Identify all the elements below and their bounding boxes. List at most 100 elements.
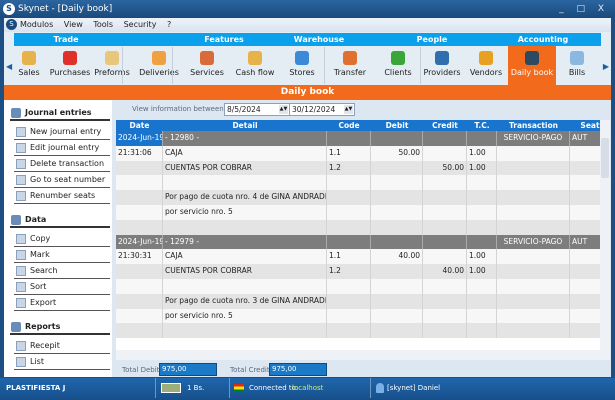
spinner-icon[interactable]: ▲▼	[279, 105, 288, 114]
sidebar-item-new-journal-entry[interactable]: New journal entry	[14, 124, 110, 140]
company-name: PLASTIFIESTA J	[6, 384, 66, 392]
ribbon-button-deliveries[interactable]: Deliveries	[134, 46, 184, 85]
ribbon-button-providers[interactable]: Providers	[419, 46, 465, 85]
column-header-date[interactable]: Date	[116, 120, 163, 131]
table-row[interactable]: Por pago de cuota nro. 4 de GINA ANDRADE…	[116, 190, 600, 205]
ribbon-button-label: Clients	[384, 68, 412, 77]
table-row[interactable]	[116, 219, 600, 235]
cell-seat: AUT	[570, 131, 600, 146]
ribbon-button-label: Purchases	[49, 68, 91, 77]
sidebar-item-label: Mark	[30, 250, 50, 259]
user-blue-icon	[435, 51, 449, 65]
cell-detail: por servicio nro. 5	[163, 308, 327, 324]
ribbon-button-sales[interactable]: Sales	[10, 46, 48, 85]
cell-credit	[423, 249, 467, 265]
user-green-icon	[391, 51, 405, 65]
sort-icon	[16, 282, 26, 292]
vertical-scrollbar[interactable]	[600, 120, 610, 350]
spinner-icon[interactable]: ▲▼	[344, 105, 353, 114]
ribbon-button-stores[interactable]: Stores	[280, 46, 324, 85]
cell-transaction	[497, 145, 570, 161]
cell-seat	[570, 294, 600, 309]
ribbon-button-vendors[interactable]: Vendors	[465, 46, 507, 85]
total-debit-label: Total Debit:	[122, 366, 162, 374]
category-trade[interactable]: Trade	[53, 33, 78, 46]
category-people[interactable]: People	[417, 33, 448, 46]
ribbon-button-purchases[interactable]: Purchases	[49, 46, 91, 85]
section-title: Reports	[25, 322, 61, 331]
menu-modulos[interactable]: Modulos	[20, 20, 53, 29]
horizontal-scrollbar[interactable]	[116, 350, 610, 360]
ribbon-button-bills[interactable]: Bills	[557, 46, 597, 85]
date-from-input[interactable]: 8/5/2024 ▲▼	[224, 103, 290, 116]
window-controls[interactable]: _ □ X	[559, 0, 609, 18]
sidebar-item-label: Export	[30, 298, 57, 307]
menu-tools[interactable]: Tools	[93, 20, 113, 29]
scroll-right-icon[interactable]: ▶	[603, 62, 609, 71]
sidebar-item-go-to-seat-number[interactable]: Go to seat number	[14, 172, 110, 188]
ribbon-button-label: Services	[190, 68, 224, 77]
cell-seat	[570, 146, 600, 161]
cell-transaction	[497, 264, 570, 279]
ribbon-button-transfer[interactable]: Transfer	[325, 46, 375, 85]
column-header-seat[interactable]: Seat	[570, 120, 600, 131]
table-row[interactable]: Por pago de cuota nro. 3 de GINA ANDRADE…	[116, 293, 600, 309]
table-row[interactable]	[116, 323, 600, 339]
column-header-credit[interactable]: Credit	[423, 120, 467, 131]
go-to-seat-number-icon	[16, 175, 26, 185]
table-row[interactable]: por servicio nro. 5	[116, 205, 600, 220]
table-row[interactable]: 21:31:06 CAJA 1.1 50.00 1.00	[116, 145, 600, 161]
sidebar-item-list[interactable]: List	[14, 354, 110, 370]
ribbon-button-cash-flow[interactable]: Cash flow	[230, 46, 280, 85]
cell-debit	[371, 234, 423, 250]
ribbon-button-daily-book[interactable]: Daily book	[508, 46, 556, 85]
sidebar-item-mark[interactable]: Mark	[14, 247, 110, 263]
table-row[interactable]	[116, 279, 600, 294]
category-features[interactable]: Features	[204, 33, 244, 46]
cell-date	[116, 160, 163, 176]
column-header-detail[interactable]: Detail	[163, 120, 327, 131]
sidebar-item-sort[interactable]: Sort	[14, 279, 110, 295]
column-header-transaction[interactable]: Transaction	[497, 120, 570, 131]
page-header: Daily book	[4, 85, 611, 100]
table-row[interactable]: CUENTAS POR COBRAR 1.2 40.00 1.00	[116, 264, 600, 279]
table-row[interactable]: 2024-Jun-19 - 12979 - SERVICIO-PAGO AUT	[116, 234, 600, 250]
table-row[interactable]: 2024-Jun-19 - 12980 - SERVICIO-PAGO AUT	[116, 131, 600, 146]
scroll-thumb[interactable]	[601, 138, 609, 178]
divider	[229, 378, 230, 398]
sidebar-item-delete-transaction[interactable]: Delete transaction	[14, 156, 110, 172]
table-row[interactable]: 21:30:31 CAJA 1.1 40.00 1.00	[116, 249, 600, 265]
menu-view[interactable]: View	[64, 20, 83, 29]
cell-debit	[371, 323, 423, 339]
ribbon-button-clients[interactable]: Clients	[377, 46, 419, 85]
cell-date	[116, 308, 163, 324]
ribbon-button-label: Cash flow	[235, 68, 275, 77]
sidebar-item-copy[interactable]: Copy	[14, 231, 110, 247]
cell-date: 21:30:31	[116, 249, 163, 265]
ribbon-button-preforms[interactable]: Preforms	[92, 46, 132, 85]
cell-detail	[163, 175, 327, 191]
column-header-t-c[interactable]: T.C.	[467, 120, 497, 131]
cell-credit: 50.00	[423, 160, 467, 176]
sidebar-item-recepit[interactable]: Recepit	[14, 338, 110, 354]
sidebar-item-export[interactable]: Export	[14, 295, 110, 311]
cell-detail: CAJA	[163, 249, 327, 265]
menu-security[interactable]: Security	[124, 20, 157, 29]
column-header-debit[interactable]: Debit	[371, 120, 423, 131]
cell-code	[327, 323, 371, 339]
table-row[interactable]: CUENTAS POR COBRAR 1.2 50.00 1.00	[116, 160, 600, 176]
menu-help[interactable]: ?	[167, 20, 171, 29]
sidebar-item-search[interactable]: Search	[14, 263, 110, 279]
column-header-code[interactable]: Code	[327, 120, 371, 131]
date-to-input[interactable]: 30/12/2024 ▲▼	[289, 103, 355, 116]
ribbon: Trade Features Warehouse People Accounti…	[4, 32, 611, 85]
cell-code: 1.1	[327, 145, 371, 161]
category-warehouse[interactable]: Warehouse	[294, 33, 344, 46]
sidebar-item-label: Search	[30, 266, 58, 275]
table-row[interactable]: por servicio nro. 5	[116, 308, 600, 324]
ribbon-button-services[interactable]: Services	[185, 46, 229, 85]
sidebar-item-renumber-seats[interactable]: Renumber seats	[14, 188, 110, 204]
sidebar-item-edit-journal-entry[interactable]: Edit journal entry	[14, 140, 110, 156]
table-row[interactable]	[116, 175, 600, 191]
category-accounting[interactable]: Accounting	[518, 33, 569, 46]
